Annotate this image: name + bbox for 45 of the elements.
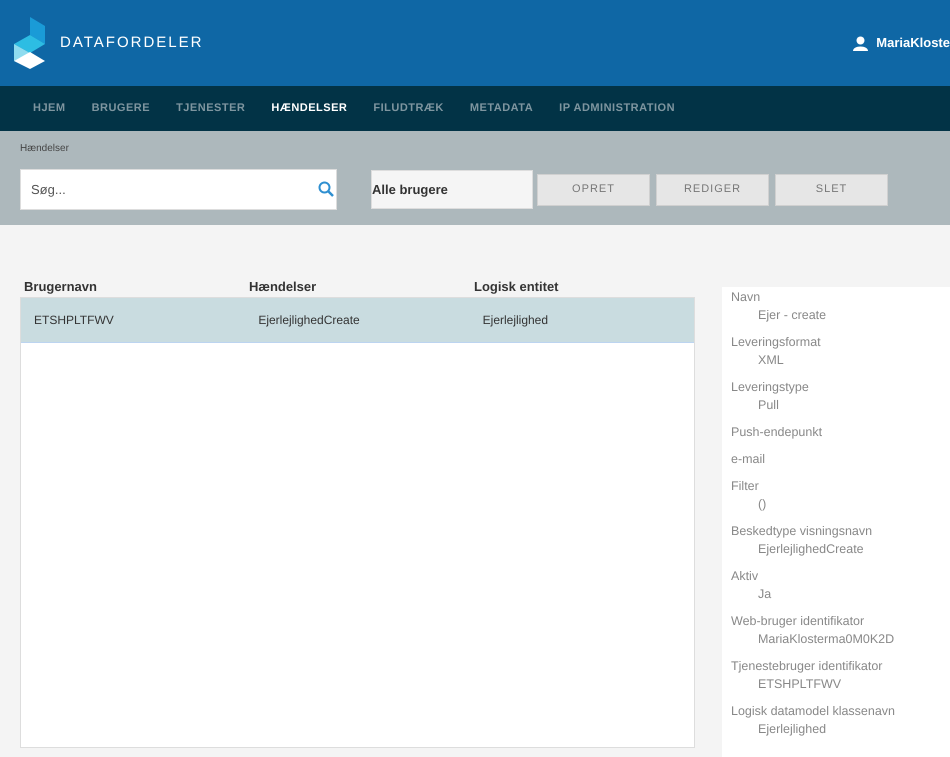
breadcrumb[interactable]: Hændelser xyxy=(20,141,930,156)
detail-label: Navn xyxy=(731,289,762,306)
column-header: Brugernavn xyxy=(23,278,98,296)
detail-value: Ja xyxy=(757,586,772,603)
action-button[interactable]: SLET xyxy=(775,174,888,206)
column-header: Hændelser xyxy=(248,278,318,296)
table-cell-text: Ejerlejlighed xyxy=(482,312,550,329)
logo-icon xyxy=(14,17,48,69)
search-field[interactable]: Søg... xyxy=(20,169,337,210)
detail-label: Aktiv xyxy=(731,568,760,585)
nav-tab[interactable]: IP ADMINISTRATION xyxy=(546,100,688,117)
detail-value: XML xyxy=(757,352,785,369)
table-row[interactable]: ETSHPLTFWV EjerlejlighedCreate Ejerlejlighed xyxy=(21,298,694,343)
detail-label: Filter xyxy=(731,478,760,495)
user-icon xyxy=(853,36,868,50)
table-cell-text: EjerlejlighedCreate xyxy=(257,312,361,329)
detail-label: Tjenestebruger identifikator xyxy=(731,658,884,675)
detail-label: Leveringstype xyxy=(731,379,810,396)
search-icon[interactable] xyxy=(318,181,334,197)
detail-value: Pull xyxy=(757,397,780,414)
detail-value: EjerlejlighedCreate xyxy=(757,541,865,558)
detail-label: Leveringsformat xyxy=(731,334,822,351)
nav-tab[interactable]: TJENESTER xyxy=(163,100,258,117)
action-button[interactable]: OPRET xyxy=(537,174,650,206)
column-header: Logisk entitet xyxy=(473,278,560,296)
nav-tab[interactable]: BRUGERE xyxy=(78,100,164,117)
detail-value: () xyxy=(757,496,768,513)
user-name[interactable]: MariaKloste xyxy=(876,33,950,53)
nav-tab[interactable]: FILUDTRÆK xyxy=(360,100,457,117)
detail-label: Push-endepunkt xyxy=(731,424,824,441)
nav-tab[interactable]: METADATA xyxy=(456,100,546,117)
detail-value: Ejerlejlighed xyxy=(757,721,828,738)
logo-text: DATAFORDELER xyxy=(60,32,204,53)
detail-value: MariaKlosterma0M0K2D xyxy=(757,631,896,648)
user-filter-dropdown[interactable]: Alle brugere xyxy=(371,170,533,209)
nav-tab[interactable]: HÆNDELSER xyxy=(258,100,360,117)
detail-label: Beskedtype visningsnavn xyxy=(731,523,874,540)
nav-tab[interactable]: HJEM xyxy=(20,100,79,117)
detail-value: ETSHPLTFWV xyxy=(757,676,842,693)
detail-value: Ejer - create xyxy=(757,307,828,324)
detail-label: Web-bruger identifikator xyxy=(731,613,866,630)
action-button[interactable]: REDIGER xyxy=(656,174,769,206)
detail-label: Logisk datamodel klassenavn xyxy=(731,703,896,720)
detail-label: e-mail xyxy=(731,451,766,468)
table-cell-text: ETSHPLTFWV xyxy=(33,312,115,329)
